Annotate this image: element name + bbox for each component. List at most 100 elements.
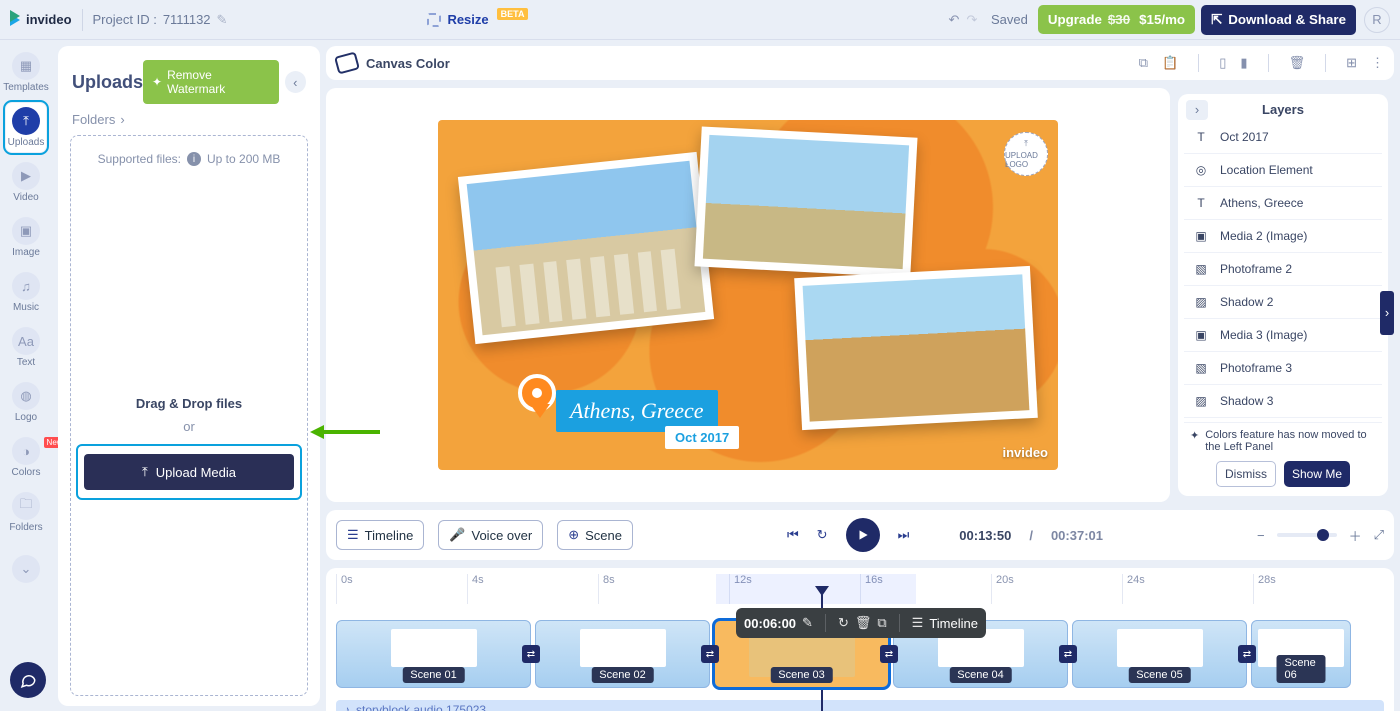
edit-duration-icon[interactable]: ✎ [802,615,813,631]
rail-templates[interactable]: ▦ Templates [1,48,51,97]
rail-video[interactable]: ▶ Video [10,158,42,207]
project-id[interactable]: Project ID : 7111132 ✎ [93,12,228,28]
timeline-settings-icon[interactable]: ☰ [912,615,924,631]
transition-icon[interactable]: ⇄ [880,645,898,663]
download-share-button[interactable]: ⇱ Download & Share [1201,5,1356,35]
transition-icon[interactable]: ⇄ [701,645,719,663]
rail-folders[interactable]: 🗀 Folders [7,488,44,537]
layer-item[interactable]: ▧Photoframe 2 [1184,253,1382,286]
upload-dropzone[interactable]: Supported files: i Up to 200 MB Drag & D… [70,135,308,696]
grid-icon[interactable]: ⊞ [1346,55,1357,71]
time-ruler[interactable]: 0s 4s 8s 12s 16s 20s 24s 28s [336,574,1384,604]
upload-icon: ⤒ [142,464,148,480]
annotation-arrow-icon [310,422,380,442]
voiceover-button[interactable]: 🎤Voice over [438,520,543,550]
align-left-icon[interactable]: ▯ [1219,55,1226,71]
scene-clip[interactable]: Scene 05⇄ [1072,620,1247,688]
resize-icon [427,13,441,27]
copy-icon[interactable]: ⧉ [1139,55,1148,71]
info-icon[interactable]: i [187,152,201,166]
layer-item[interactable]: TOct 2017 [1184,121,1382,154]
layer-item[interactable]: TAthens, Greece [1184,187,1382,220]
rail-text[interactable]: Aa Text [10,323,42,372]
upgrade-button[interactable]: Upgrade $30 $15/mo [1038,5,1195,34]
redo-icon[interactable]: ↷ [963,11,981,29]
transition-icon[interactable]: ⇄ [1238,645,1256,663]
delete-scene-icon[interactable]: 🗑 [855,615,872,631]
photo-3[interactable] [794,266,1038,430]
collapse-panel-button[interactable]: ‹ [285,71,306,93]
loop-button[interactable]: ↻ [817,527,828,543]
rail-logo[interactable]: ◍ Logo [10,378,42,427]
canvas-stage[interactable]: Athens, Greece Oct 2017 ⤒UPLOAD LOGO inv… [326,88,1170,502]
next-scene-button[interactable]: ⏭ [898,527,910,543]
uploads-icon: ⤒ [12,107,40,135]
prev-scene-button[interactable]: ⏮ [787,527,799,543]
canvas-color-icon[interactable] [334,51,360,74]
scene-clip[interactable]: Scene 01⇄ [336,620,531,688]
dismiss-button[interactable]: Dismiss [1216,461,1276,487]
show-me-button[interactable]: Show Me [1284,461,1350,487]
layer-item[interactable]: ◎Location Element [1184,154,1382,187]
rail-more[interactable]: ⌄ [10,551,42,587]
canvas-color-label: Canvas Color [366,56,450,71]
transition-icon[interactable]: ⇄ [522,645,540,663]
breadcrumb[interactable]: Folders › [58,110,320,135]
fit-icon[interactable]: ⤢ [1374,527,1384,543]
upload-logo-placeholder[interactable]: ⤒UPLOAD LOGO [1004,132,1048,176]
music-icon: ♫ [12,272,40,300]
layer-item[interactable]: ▨Shadow 2 [1184,286,1382,319]
layer-item[interactable]: ▣Media 3 (Image) [1184,319,1382,352]
add-scene-button[interactable]: ⊕Scene [557,520,633,550]
frame-layer-icon: ▧ [1192,260,1210,278]
scene-clip[interactable]: Scene 02⇄ [535,620,710,688]
undo-icon[interactable]: ↶ [945,11,963,29]
image-layer-icon: ▣ [1192,326,1210,344]
audio-track[interactable]: ♪storyblock audio 175023 [336,700,1384,711]
more-icon[interactable]: ⋮ [1371,55,1384,71]
duplicate-scene-icon[interactable]: ⧉ [877,615,886,631]
upload-media-button[interactable]: ⤒ Upload Media [84,454,294,490]
location-pin-icon[interactable] [518,374,558,422]
layers-title: Layers [1262,102,1304,117]
controls-bar: ☰Timeline 🎤Voice over ⊕Scene ⏮ ↻ ⏭ 00:13… [326,510,1394,560]
rail-image[interactable]: ▣ Image [10,213,42,262]
zoom-slider[interactable] [1277,533,1337,537]
remove-watermark-button[interactable]: ✦ Remove Watermark [143,60,279,104]
timeline-mode-button[interactable]: ☰Timeline [336,520,424,550]
date-badge[interactable]: Oct 2017 [665,426,739,449]
uploads-panel: Uploads ✦ Remove Watermark ‹ Folders › S… [58,46,320,706]
logo-icon: ◍ [12,382,40,410]
zoom-in-icon[interactable]: ＋ [1349,526,1362,545]
layer-item[interactable]: ▨Shadow 3 [1184,385,1382,418]
play-button[interactable] [846,518,880,552]
expand-right-knob[interactable]: › [1380,291,1394,335]
trash-icon[interactable]: 🗑 [1289,55,1306,71]
collapse-layers-button[interactable]: › [1186,100,1208,120]
scene-clip[interactable]: Scene 06 [1251,620,1351,688]
paste-icon[interactable]: 📋 [1162,55,1178,71]
text-layer-icon: T [1192,194,1210,212]
photo-1[interactable] [458,152,714,344]
resize-button[interactable]: Resize BETA [427,12,528,27]
image-layer-icon: ▣ [1192,227,1210,245]
refresh-icon[interactable]: ↻ [838,615,849,631]
edit-project-icon[interactable]: ✎ [217,12,228,28]
text-icon: Aa [12,327,40,355]
rail-music[interactable]: ♫ Music [10,268,42,317]
photo-2[interactable] [694,126,917,277]
shadow-layer-icon: ▨ [1192,293,1210,311]
rail-uploads[interactable]: ⤒ Uploads [6,103,47,152]
external-icon: ⇱ [1211,12,1222,28]
image-icon: ▣ [12,217,40,245]
layer-item[interactable]: ▣Media 2 (Image) [1184,220,1382,253]
total-time: 00:37:01 [1051,528,1103,543]
chat-fab[interactable] [10,662,46,698]
layer-item[interactable]: ▧Photoframe 3 [1184,352,1382,385]
avatar[interactable]: R [1364,7,1390,33]
transition-icon[interactable]: ⇄ [1059,645,1077,663]
rail-colors[interactable]: New ◑ Colors [10,433,43,482]
canvas-toolbar: Canvas Color ⧉ 📋 ▯ ▮ 🗑 ⊞ ⋮ [326,46,1394,80]
zoom-out-icon[interactable]: − [1257,528,1265,543]
align-center-icon[interactable]: ▮ [1240,55,1247,71]
